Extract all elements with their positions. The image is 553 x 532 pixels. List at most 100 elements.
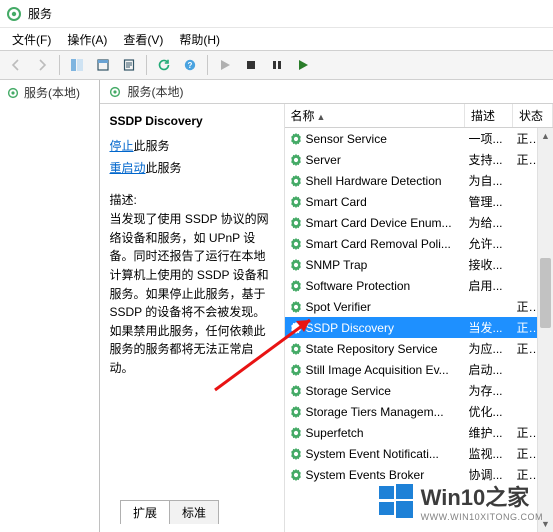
service-row[interactable]: System Event Notificati...监视...正在...	[285, 443, 553, 464]
gear-icon	[6, 86, 20, 100]
show-hide-tree-button[interactable]	[65, 53, 89, 77]
service-row[interactable]: System Events Broker协调...正在...	[285, 464, 553, 485]
gear-icon	[108, 85, 122, 99]
service-name-cell: Sensor Service	[285, 128, 465, 150]
nav-forward-button[interactable]	[30, 53, 54, 77]
view-tabs: 扩展 标准	[120, 500, 218, 524]
service-name-cell: System Events Broker	[285, 464, 465, 485]
tree-root[interactable]: 服务(本地)	[0, 80, 99, 105]
pause-service-button[interactable]	[265, 53, 289, 77]
column-header-status[interactable]: 状态	[513, 104, 553, 128]
service-name-cell: Still Image Acquisition Ev...	[285, 359, 465, 380]
service-desc-cell: 管理...	[465, 191, 513, 212]
service-desc-cell: 监视...	[465, 443, 513, 464]
service-desc-cell: 启用...	[465, 275, 513, 296]
service-name-cell: System Event Notificati...	[285, 443, 465, 464]
service-row[interactable]: Smart Card管理...	[285, 191, 553, 212]
tree-root-label: 服务(本地)	[24, 84, 80, 101]
tab-extended[interactable]: 扩展	[120, 500, 170, 524]
scroll-up-button[interactable]: ▲	[538, 128, 553, 144]
service-desc-cell: 支持...	[465, 149, 513, 170]
service-desc-cell: 为存...	[465, 380, 513, 401]
export-list-button[interactable]	[117, 53, 141, 77]
right-pane-header-label: 服务(本地)	[128, 83, 184, 100]
service-detail-pane: SSDP Discovery 停止此服务 重启动此服务 描述: 当发现了使用 S…	[100, 104, 285, 532]
service-desc-cell: 允许...	[465, 233, 513, 254]
service-name-cell: Smart Card	[285, 191, 465, 212]
window-title: 服务	[28, 5, 52, 22]
service-desc-cell: 为应...	[465, 338, 513, 359]
service-row[interactable]: Shell Hardware Detection为自...	[285, 170, 553, 191]
restart-service-line: 重启动此服务	[110, 158, 274, 180]
service-row[interactable]: State Repository Service为应...正在...	[285, 338, 553, 359]
stop-service-button[interactable]	[239, 53, 263, 77]
service-name-cell: Shell Hardware Detection	[285, 170, 465, 191]
toolbar: ?	[0, 50, 553, 80]
services-table: 名称▲ 描述 状态 Sensor Service一项...正在...Server…	[285, 104, 553, 485]
service-desc-cell	[465, 296, 513, 317]
service-name-cell: Storage Tiers Managem...	[285, 401, 465, 422]
service-desc-cell: 当发...	[465, 317, 513, 338]
refresh-button[interactable]	[152, 53, 176, 77]
column-header-name[interactable]: 名称▲	[285, 104, 465, 128]
service-desc-cell: 接收...	[465, 254, 513, 275]
service-desc-cell: 为自...	[465, 170, 513, 191]
service-name-cell: SSDP Discovery	[285, 317, 465, 338]
service-name-cell: Server	[285, 149, 465, 170]
service-row[interactable]: Sensor Service一项...正在...	[285, 128, 553, 150]
menu-help[interactable]: 帮助(H)	[171, 29, 228, 50]
service-name-cell: Smart Card Removal Poli...	[285, 233, 465, 254]
restart-service-button[interactable]	[291, 53, 315, 77]
service-desc-cell: 维护...	[465, 422, 513, 443]
service-row[interactable]: Software Protection启用...	[285, 275, 553, 296]
service-row[interactable]: Spot Verifier正在...	[285, 296, 553, 317]
service-row[interactable]: Smart Card Removal Poli...允许...	[285, 233, 553, 254]
svg-text:?: ?	[188, 61, 193, 70]
scroll-down-button[interactable]: ▼	[538, 516, 553, 532]
service-row[interactable]: Still Image Acquisition Ev...启动...	[285, 359, 553, 380]
service-name-cell: Spot Verifier	[285, 296, 465, 317]
menu-file[interactable]: 文件(F)	[4, 29, 59, 50]
column-header-desc[interactable]: 描述	[465, 104, 513, 128]
stop-service-link[interactable]: 停止	[110, 139, 134, 153]
service-name-cell: Software Protection	[285, 275, 465, 296]
service-desc-cell: 启动...	[465, 359, 513, 380]
service-row[interactable]: SSDP Discovery当发...正在...	[285, 317, 553, 338]
service-desc-cell: 优化...	[465, 401, 513, 422]
service-row[interactable]: Storage Tiers Managem...优化...	[285, 401, 553, 422]
service-row[interactable]: Superfetch维护...正在...	[285, 422, 553, 443]
service-row[interactable]: SNMP Trap接收...	[285, 254, 553, 275]
sort-asc-icon: ▲	[317, 112, 326, 122]
service-name-cell: Storage Service	[285, 380, 465, 401]
stop-service-line: 停止此服务	[110, 136, 274, 158]
service-row[interactable]: Storage Service为存...	[285, 380, 553, 401]
menu-action[interactable]: 操作(A)	[59, 29, 115, 50]
service-name-cell: SNMP Trap	[285, 254, 465, 275]
restart-service-link[interactable]: 重启动	[110, 161, 146, 175]
properties-button[interactable]	[91, 53, 115, 77]
service-desc-cell: 为给...	[465, 212, 513, 233]
description-text: 当发现了使用 SSDP 协议的网络设备和服务，如 UPnP 设备。同时还报告了运…	[110, 210, 274, 377]
menubar: 文件(F) 操作(A) 查看(V) 帮助(H)	[0, 28, 553, 50]
start-service-button[interactable]	[213, 53, 237, 77]
toolbar-separator	[207, 55, 208, 75]
service-name-cell: Superfetch	[285, 422, 465, 443]
service-row[interactable]: Server支持...正在...	[285, 149, 553, 170]
vertical-scrollbar[interactable]: ▲ ▼	[537, 128, 553, 532]
service-name-cell: Smart Card Device Enum...	[285, 212, 465, 233]
service-row[interactable]: Smart Card Device Enum...为给...	[285, 212, 553, 233]
nav-back-button[interactable]	[4, 53, 28, 77]
toolbar-separator	[59, 55, 60, 75]
help-button[interactable]: ?	[178, 53, 202, 77]
selected-service-title: SSDP Discovery	[110, 114, 274, 128]
tab-standard[interactable]: 标准	[169, 500, 219, 524]
titlebar: 服务	[0, 0, 553, 28]
service-name-cell: State Repository Service	[285, 338, 465, 359]
right-pane-header: 服务(本地)	[100, 80, 553, 104]
scroll-thumb[interactable]	[540, 258, 551, 328]
description-label: 描述:	[110, 191, 274, 208]
services-app-icon	[6, 6, 22, 22]
console-tree: 服务(本地)	[0, 80, 100, 532]
menu-view[interactable]: 查看(V)	[115, 29, 171, 50]
toolbar-separator	[146, 55, 147, 75]
